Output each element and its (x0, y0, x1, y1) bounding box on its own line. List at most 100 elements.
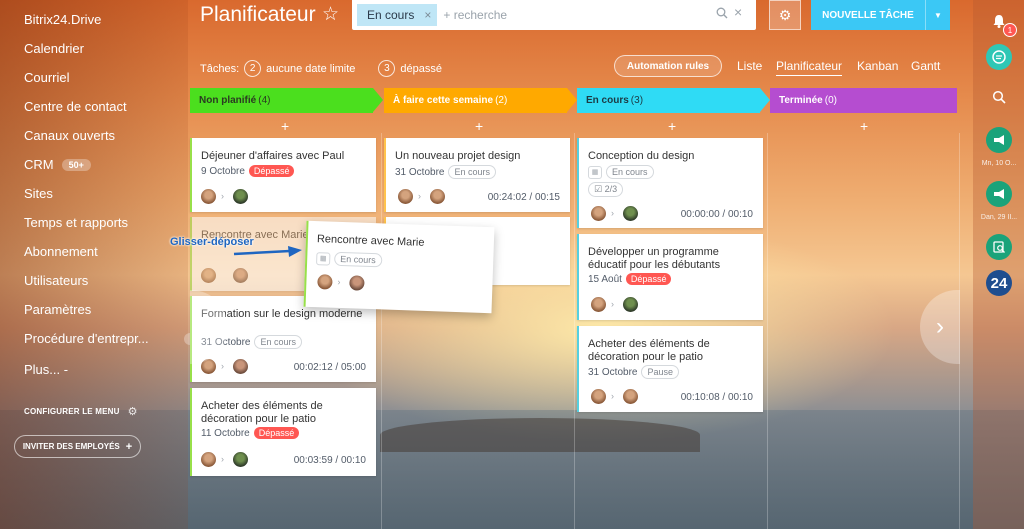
search-icon[interactable] (716, 7, 728, 19)
star-icon[interactable]: ☆ (322, 3, 339, 26)
avatar[interactable] (201, 189, 216, 204)
search-document-icon[interactable] (986, 234, 1012, 260)
calendar-icon: ▦ (316, 251, 331, 266)
configure-menu-link[interactable]: CONFIGURER LE MENU ⚙ (24, 405, 138, 418)
column-title: Terminée (779, 95, 823, 106)
sidebar-item-settings[interactable]: Paramètres (24, 302, 91, 317)
avatar[interactable] (430, 189, 445, 204)
clear-search-icon[interactable]: × (734, 4, 742, 20)
megaphone-icon[interactable] (986, 127, 1012, 153)
avatar[interactable] (623, 389, 638, 404)
avatar (201, 268, 216, 283)
task-title[interactable]: Déjeuner d'affaires avec Paul (201, 150, 368, 163)
column-arrow (567, 88, 577, 112)
avatar[interactable] (398, 189, 413, 204)
add-task-icon[interactable]: + (475, 118, 483, 134)
chevron-down-icon[interactable]: ▼ (925, 0, 950, 30)
avatar (233, 268, 248, 283)
sidebar-item-more[interactable]: Plus... - (24, 362, 68, 377)
no-deadline-label[interactable]: aucune date limite (266, 63, 355, 75)
sidebar-item-time-reports[interactable]: Temps et rapports (24, 215, 128, 230)
sidebar-item-mail[interactable]: Courriel (24, 70, 70, 85)
search-input[interactable] (443, 8, 694, 22)
status-badge: Dépassé (253, 427, 300, 439)
task-title[interactable]: Conception du design (588, 150, 755, 163)
avatar (317, 274, 333, 290)
sidebar-item-label: Courriel (24, 70, 70, 85)
task-card[interactable]: Développer un programme éducatif pour le… (577, 234, 763, 320)
scroll-right-button[interactable]: › (920, 290, 960, 364)
dragged-task-card[interactable]: Rencontre avec Marie ▦ En cours › (303, 220, 495, 314)
column-header-in-progress[interactable]: En cours (3) (577, 88, 770, 113)
avatar[interactable] (201, 452, 216, 467)
overdue-label[interactable]: dépassé (400, 63, 442, 75)
invite-employees-button[interactable]: INVITER DES EMPLOYÉS + (14, 435, 141, 458)
task-timer: 00:00:00 / 00:10 (680, 209, 753, 220)
sidebar-item-drive[interactable]: Bitrix24.Drive (24, 12, 101, 27)
status-badge: Dépassé (248, 165, 295, 177)
task-card[interactable]: Conception du design ▦ En cours ☑ 2/3 › 0… (577, 138, 763, 228)
automation-rules-button[interactable]: Automation rules (614, 55, 722, 77)
calendar-icon[interactable]: ▦ (588, 165, 602, 179)
tab-gantt[interactable]: Gantt (911, 59, 940, 73)
search-icon[interactable] (986, 84, 1012, 110)
avatar[interactable] (233, 359, 248, 374)
task-card[interactable]: Déjeuner d'affaires avec Paul 9 Octobre D… (190, 138, 376, 212)
sidebar-item-contact-center[interactable]: Centre de contact (24, 99, 127, 114)
add-task-icon[interactable]: + (281, 118, 289, 134)
tab-planner[interactable]: Planificateur (776, 59, 843, 76)
column-header-this-week[interactable]: À faire cette semaine (2) (384, 88, 577, 113)
task-card[interactable]: Un nouveau projet design 31 Octobre En co… (384, 138, 570, 212)
avatar[interactable] (233, 189, 248, 204)
settings-button[interactable]: ⚙ (769, 0, 801, 30)
avatar[interactable] (623, 206, 638, 221)
filter-tag[interactable]: En cours × (357, 4, 438, 26)
crm-counter-badge: 50+ (61, 158, 91, 171)
task-title[interactable]: Un nouveau projet design (395, 150, 562, 163)
avatar[interactable] (591, 297, 606, 312)
avatar[interactable] (233, 452, 248, 467)
sidebar-item-open-channels[interactable]: Canaux ouverts (24, 128, 115, 143)
task-card[interactable]: Acheter des éléments de décoration pour … (190, 388, 376, 476)
column-header-done[interactable]: Terminée (0) (770, 88, 957, 113)
megaphone-icon[interactable] (986, 181, 1012, 207)
add-task-icon[interactable]: + (860, 118, 868, 134)
task-meta: ▦ En cours (588, 165, 654, 179)
sidebar-item-calendar[interactable]: Calendrier (24, 41, 84, 56)
close-icon[interactable]: × (424, 8, 431, 22)
sidebar-item-label: Centre de contact (24, 99, 127, 114)
new-task-button[interactable]: NOUVELLE TÂCHE ▼ (811, 0, 950, 30)
sidebar-item-users[interactable]: Utilisateurs (24, 273, 88, 288)
task-title[interactable]: Acheter des éléments de décoration pour … (201, 400, 368, 426)
chat-icon[interactable] (986, 44, 1012, 70)
task-date: 31 Octobre (395, 166, 445, 178)
sidebar-item-workflows[interactable]: Procédure d'entrepr...2 (24, 331, 204, 346)
avatar[interactable] (623, 297, 638, 312)
column-count: (4) (258, 95, 271, 106)
sidebar-item-subscription[interactable]: Abonnement (24, 244, 98, 259)
task-meta: ▦ En cours (316, 251, 382, 268)
page-title: Planificateur (200, 3, 316, 26)
background-island (380, 418, 700, 452)
configure-menu-label: CONFIGURER LE MENU (24, 407, 120, 416)
column-title: À faire cette semaine (393, 95, 494, 106)
tab-list[interactable]: Liste (737, 59, 762, 73)
task-title[interactable]: Développer un programme éducatif pour le… (588, 246, 755, 272)
sidebar-item-crm[interactable]: CRM 50+ (24, 157, 91, 172)
task-meta: 11 Octobre Dépassé (201, 427, 300, 439)
column-header-unplanned[interactable]: Non planifié (4) (190, 88, 383, 113)
sidebar-item-sites[interactable]: Sites (24, 186, 53, 201)
task-title[interactable]: Acheter des éléments de décoration pour … (588, 338, 755, 364)
task-card[interactable]: Acheter des éléments de décoration pour … (577, 326, 763, 412)
bitrix24-logo[interactable]: 24 (986, 270, 1012, 296)
filter-tag-label: En cours (367, 8, 415, 22)
add-task-icon[interactable]: + (668, 118, 676, 134)
overdue-count[interactable]: 3 (378, 60, 396, 77)
no-deadline-count[interactable]: 2 (244, 60, 262, 77)
avatar[interactable] (591, 389, 606, 404)
sidebar-item-label: Temps et rapports (24, 215, 129, 230)
right-sidebar: Mn, 10 O... Dan, 29 II... 24 (973, 0, 1024, 529)
task-title[interactable]: Rencontre avec Marie (317, 233, 486, 252)
avatar[interactable] (591, 206, 606, 221)
tab-kanban[interactable]: Kanban (857, 59, 898, 73)
